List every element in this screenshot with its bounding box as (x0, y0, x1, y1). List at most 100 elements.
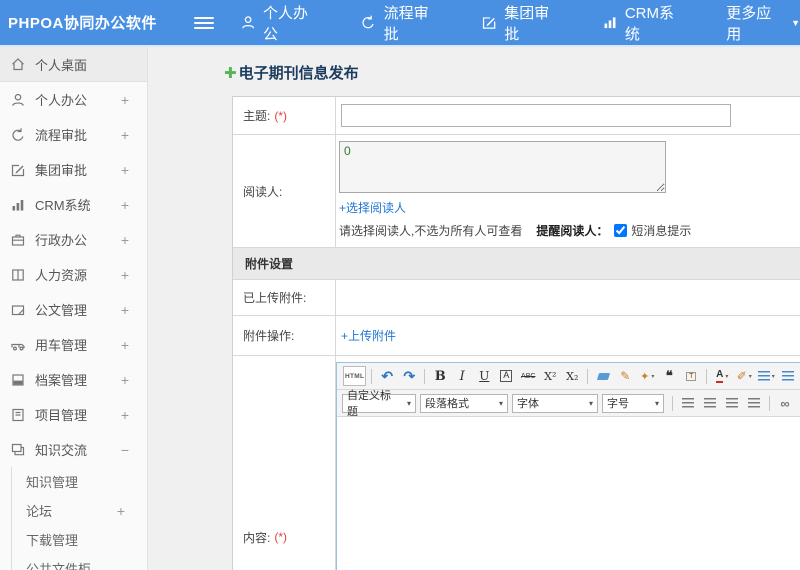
caret-down-icon: ▾ (588, 398, 593, 408)
upload-attachment-link[interactable]: +上传附件 (341, 327, 396, 344)
select-readers-link[interactable]: +选择阅读人 (339, 201, 406, 215)
expand-toggle[interactable]: + (119, 162, 131, 178)
sidebar-item-label: 公文管理 (35, 303, 88, 318)
nav-item[interactable]: CRM系统 ▼ (602, 2, 687, 44)
strikethrough-button[interactable]: ABC ▾ (518, 366, 538, 386)
auto-typeset-button[interactable]: ✦ ▾ (637, 366, 657, 386)
expand-toggle[interactable]: − (119, 442, 131, 458)
sidebar-item-label: 档案管理 (35, 373, 88, 388)
sidebar-item[interactable]: 档案管理 + (0, 362, 147, 397)
chat-icon (10, 442, 26, 458)
sidebar-item-label: 项目管理 (35, 408, 88, 423)
nav-item[interactable]: 更多应用 ▼ (726, 2, 800, 44)
expand-toggle[interactable]: + (115, 503, 127, 519)
editor-toolbar-row2: 自定义标题 ▾ 段落格式 ▾ 字体 ▾ 字号 ▾ ∞ (337, 390, 800, 418)
subject-label: 主题: (243, 109, 271, 123)
nav-item-label: 更多应用 (726, 4, 772, 43)
menu-toggle-icon[interactable] (194, 16, 214, 29)
sidebar-subitem[interactable]: 知识管理 (12, 467, 147, 496)
sidebar-subitem-label: 论坛 (26, 504, 53, 519)
eraser-button[interactable]: ▾ (593, 366, 613, 386)
expand-toggle[interactable]: + (119, 302, 131, 318)
sidebar-item[interactable]: 项目管理 + (0, 397, 147, 432)
nav-item[interactable]: 集团审批 ▼ (481, 2, 562, 44)
toolbar-separator: ▾ (706, 368, 708, 384)
toolbar-separator: ▾ (424, 368, 426, 384)
page-title: ✚ 电子期刊信息发布 (224, 62, 800, 83)
sidebar-item-label: 集团审批 (35, 163, 88, 178)
blockquote-button[interactable]: ❝ ▾ (659, 366, 679, 386)
editor-select[interactable]: 段落格式 ▾ (420, 393, 508, 413)
subject-input[interactable] (341, 104, 731, 127)
content-label: 内容: (243, 530, 271, 545)
align-right-button[interactable]: ▾ (722, 393, 742, 413)
sidebar-item[interactable]: 个人办公 + (0, 82, 147, 117)
font-border-button[interactable]: A ▾ (496, 366, 516, 386)
redo-button[interactable]: ↷ ▾ (399, 366, 419, 386)
sidebar-item[interactable]: CRM系统 + (0, 187, 147, 222)
sidebar-item[interactable]: 个人桌面 (0, 47, 147, 82)
align-center-button[interactable]: ▾ (700, 393, 720, 413)
sidebar-item[interactable]: 公文管理 + (0, 292, 147, 327)
expand-toggle[interactable]: + (119, 197, 131, 213)
sidebar-subitem[interactable]: 论坛 + (12, 496, 147, 525)
chart-icon (602, 14, 618, 31)
readers-textarea[interactable]: 0 (339, 141, 666, 193)
sidebar-item[interactable]: 知识交流 − (0, 432, 147, 467)
expand-toggle[interactable]: + (119, 232, 131, 248)
nav-item[interactable]: 流程审批 ▼ (360, 2, 441, 44)
expand-toggle[interactable]: + (119, 92, 131, 108)
nav-item-label: 流程审批 (383, 4, 429, 43)
ordered-list-button[interactable]: ▾ (756, 366, 776, 386)
editor-select[interactable]: 自定义标题 ▾ (342, 390, 416, 418)
superscript-button[interactable]: X² ▾ (540, 366, 560, 386)
doc-icon (10, 302, 26, 318)
sidebar-item-label: 行政办公 (35, 233, 88, 248)
chart-icon (10, 197, 26, 213)
sidebar-submenu: 知识管理 论坛 + 下载管理 公共文件柜 (11, 467, 147, 570)
highlight-button[interactable]: ✐ ▾ (734, 366, 754, 386)
font-color-button[interactable]: A ▾ (712, 366, 732, 386)
editor-select[interactable]: 字号 ▾ (602, 393, 664, 413)
home-icon (10, 56, 26, 72)
align-left-button[interactable]: ▾ (678, 393, 698, 413)
source-button[interactable]: HTML ▾ (343, 366, 367, 386)
sidebar-item-label: 流程审批 (35, 128, 88, 143)
uploaded-list (336, 280, 800, 315)
sidebar-item[interactable]: 行政办公 + (0, 222, 147, 257)
format-brush-button[interactable]: ✎ ▾ (615, 366, 635, 386)
expand-toggle[interactable]: + (119, 337, 131, 353)
sidebar-subitem-label: 知识管理 (26, 475, 79, 490)
template-button[interactable]: T ▾ (681, 366, 701, 386)
italic-button[interactable]: I ▾ (452, 366, 472, 386)
caret-down-icon: ▾ (771, 373, 775, 380)
expand-toggle[interactable]: + (119, 267, 131, 283)
sidebar-item[interactable]: 用车管理 + (0, 327, 147, 362)
expand-toggle[interactable]: + (119, 407, 131, 423)
underline-button[interactable]: U ▾ (474, 366, 494, 386)
editor-select[interactable]: 字体 ▾ (512, 393, 598, 413)
caret-down-icon: ▾ (654, 398, 659, 408)
bold-button[interactable]: B ▾ (430, 366, 450, 386)
justify-button[interactable]: ▾ (744, 393, 764, 413)
readers-label: 阅读人: (243, 184, 283, 199)
sms-checkbox[interactable] (614, 224, 628, 237)
unordered-list-button[interactable]: ▾ (778, 366, 798, 386)
editor-canvas[interactable] (337, 417, 800, 570)
subscript-button[interactable]: X₂ ▾ (562, 366, 582, 386)
sidebar-item[interactable]: 流程审批 + (0, 117, 147, 152)
attachment-section-header: 附件设置 (233, 248, 800, 280)
expand-toggle[interactable]: + (119, 372, 131, 388)
expand-toggle[interactable]: + (119, 127, 131, 143)
sidebar-subitem[interactable]: 下载管理 (12, 525, 147, 554)
undo-button[interactable]: ↶ ▾ (377, 366, 397, 386)
link-button[interactable]: ∞ ▾ (775, 393, 795, 413)
sidebar-item-label: 用车管理 (35, 338, 88, 353)
sidebar-subitem[interactable]: 公共文件柜 (12, 554, 147, 570)
content-row: 内容: (*) HTML ▾ (233, 356, 800, 570)
sidebar-item[interactable]: 人力资源 + (0, 257, 147, 292)
refresh-icon (360, 14, 376, 31)
sidebar-item[interactable]: 集团审批 + (0, 152, 147, 187)
nav-item[interactable]: 个人办公 ▼ (240, 2, 321, 44)
edit-icon (481, 14, 497, 31)
